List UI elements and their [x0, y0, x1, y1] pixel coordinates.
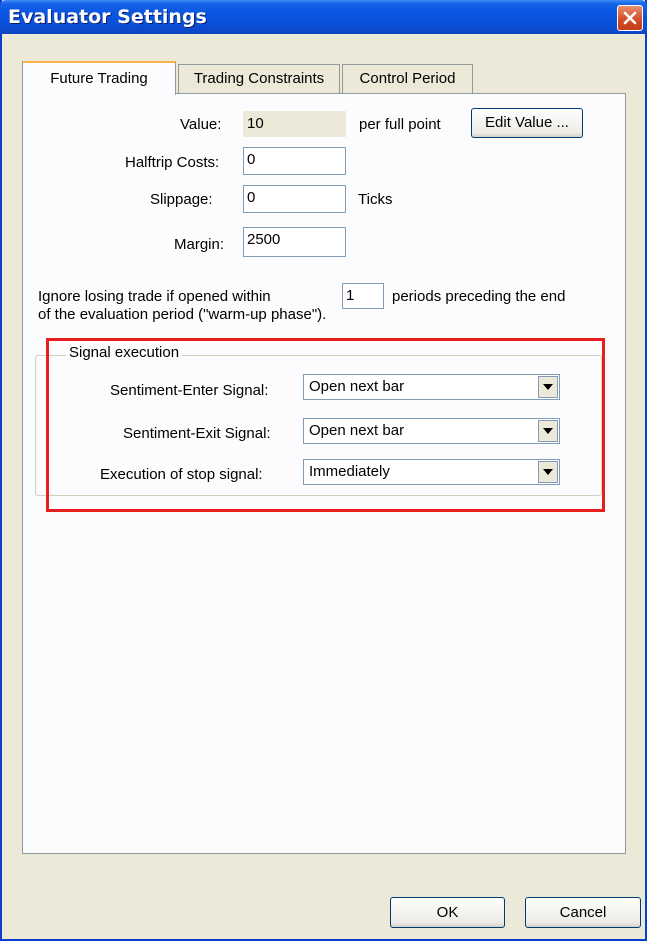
title-bar[interactable]: Evaluator Settings — [0, 0, 647, 34]
tab-control-period[interactable]: Control Period — [342, 64, 473, 94]
close-button[interactable] — [617, 5, 643, 31]
slippage-suffix: Ticks — [358, 191, 393, 208]
warmup-line2: of the evaluation period ("warm-up phase… — [38, 306, 327, 323]
slippage-input[interactable]: 0 — [243, 185, 346, 213]
value-label: Value: — [180, 116, 222, 133]
stop-signal-value: Immediately — [309, 463, 390, 480]
tab-future-trading[interactable]: Future Trading — [22, 61, 176, 95]
close-icon — [623, 11, 637, 25]
evaluator-settings-dialog: Evaluator Settings Future Trading Tradin… — [0, 0, 647, 941]
tab-label: Control Period — [359, 70, 456, 87]
ok-button[interactable]: OK — [390, 897, 505, 928]
margin-input[interactable]: 2500 — [243, 227, 346, 257]
sentiment-exit-select[interactable]: Open next bar — [303, 418, 560, 444]
edit-value-button[interactable]: Edit Value ... — [471, 108, 583, 138]
value-field: 10 — [243, 111, 346, 137]
tab-label: Trading Constraints — [193, 70, 325, 87]
halftrip-costs-input[interactable]: 0 — [243, 147, 346, 175]
warmup-suffix: periods preceding the end — [392, 288, 566, 305]
warmup-prefix: Ignore losing trade if opened within — [38, 288, 271, 305]
margin-label: Margin: — [174, 236, 225, 253]
sentiment-enter-select[interactable]: Open next bar — [303, 374, 560, 400]
tab-trading-constraints[interactable]: Trading Constraints — [178, 64, 340, 94]
chevron-down-icon[interactable] — [538, 420, 558, 442]
tab-label: Future Trading — [50, 70, 148, 87]
sentiment-exit-value: Open next bar — [309, 422, 405, 439]
chevron-down-icon[interactable] — [538, 376, 558, 398]
window-title: Evaluator Settings — [8, 6, 207, 28]
sentiment-exit-label: Sentiment-Exit Signal: — [123, 425, 271, 442]
signal-execution-title: Signal execution — [66, 344, 183, 361]
chevron-down-icon[interactable] — [538, 461, 558, 483]
cancel-button[interactable]: Cancel — [525, 897, 641, 928]
sentiment-enter-value: Open next bar — [309, 378, 405, 395]
stop-signal-label: Execution of stop signal: — [100, 466, 263, 483]
warmup-periods-input[interactable]: 1 — [342, 283, 384, 309]
value-suffix: per full point — [359, 116, 441, 133]
halftrip-costs-label: Halftrip Costs: — [125, 154, 220, 171]
sentiment-enter-label: Sentiment-Enter Signal: — [110, 382, 269, 399]
slippage-label: Slippage: — [150, 191, 213, 208]
stop-signal-select[interactable]: Immediately — [303, 459, 560, 485]
